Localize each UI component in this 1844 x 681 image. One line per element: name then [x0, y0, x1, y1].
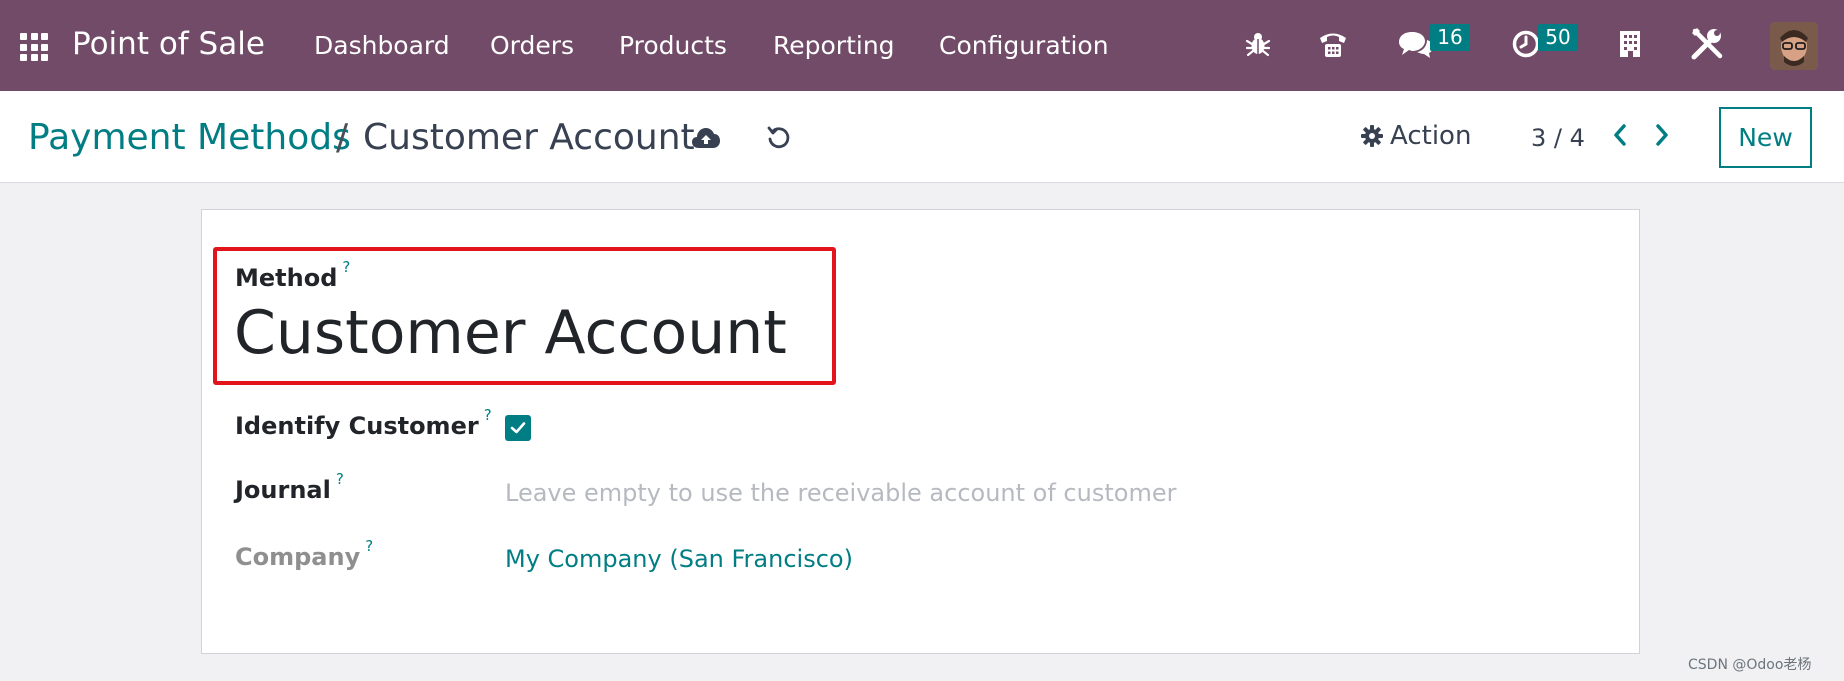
menu-orders[interactable]: Orders — [490, 31, 574, 60]
activities-badge: 50 — [1538, 24, 1578, 51]
journal-help-icon[interactable]: ? — [336, 470, 344, 488]
bug-icon[interactable] — [1238, 24, 1278, 64]
gear-icon — [1361, 125, 1383, 147]
tools-icon[interactable] — [1687, 24, 1727, 64]
apps-grid-icon[interactable] — [20, 33, 48, 61]
method-help-icon[interactable]: ? — [342, 258, 350, 276]
pager-value[interactable]: 3 / 4 — [1531, 124, 1585, 152]
discard-icon[interactable] — [764, 123, 794, 153]
top-navbar: Point of Sale Dashboard Orders Products … — [0, 0, 1844, 91]
company-help-icon[interactable]: ? — [365, 537, 373, 555]
building-icon[interactable] — [1610, 24, 1650, 64]
phone-icon[interactable] — [1313, 24, 1353, 64]
messages-badge: 16 — [1430, 24, 1470, 51]
menu-products[interactable]: Products — [619, 31, 727, 60]
journal-label: Journal? — [235, 470, 344, 504]
breadcrumb-payment-methods[interactable]: Payment Methods — [28, 117, 351, 158]
identify-customer-label: Identify Customer? — [235, 406, 492, 440]
breadcrumb-separator: / — [336, 117, 349, 158]
identify-customer-help-icon[interactable]: ? — [484, 406, 492, 424]
action-button[interactable]: Action — [1360, 121, 1471, 151]
watermark: CSDN @Odoo老杨 — [1688, 657, 1812, 673]
journal-field[interactable]: Leave empty to use the receivable accoun… — [505, 479, 1205, 513]
menu-reporting[interactable]: Reporting — [773, 31, 895, 60]
method-label: Method? — [235, 258, 351, 292]
cloud-upload-icon[interactable] — [691, 123, 721, 153]
checkmark-icon — [510, 422, 526, 434]
company-label: Company? — [235, 537, 374, 571]
pager-next-icon[interactable] — [1647, 120, 1677, 150]
action-label: Action — [1390, 121, 1472, 151]
pager-previous-icon[interactable] — [1605, 120, 1635, 150]
method-name-field[interactable]: Customer Account — [234, 298, 787, 368]
control-panel: Payment Methods / Customer Account Actio… — [0, 91, 1844, 183]
company-field[interactable]: My Company (San Francisco) — [505, 545, 853, 573]
identify-customer-checkbox[interactable] — [505, 415, 531, 441]
new-button[interactable]: New — [1719, 107, 1812, 168]
user-avatar[interactable] — [1770, 22, 1818, 70]
app-name[interactable]: Point of Sale — [72, 26, 265, 62]
breadcrumb-current: Customer Account — [363, 117, 695, 158]
menu-dashboard[interactable]: Dashboard — [314, 31, 450, 60]
menu-configuration[interactable]: Configuration — [939, 31, 1109, 60]
